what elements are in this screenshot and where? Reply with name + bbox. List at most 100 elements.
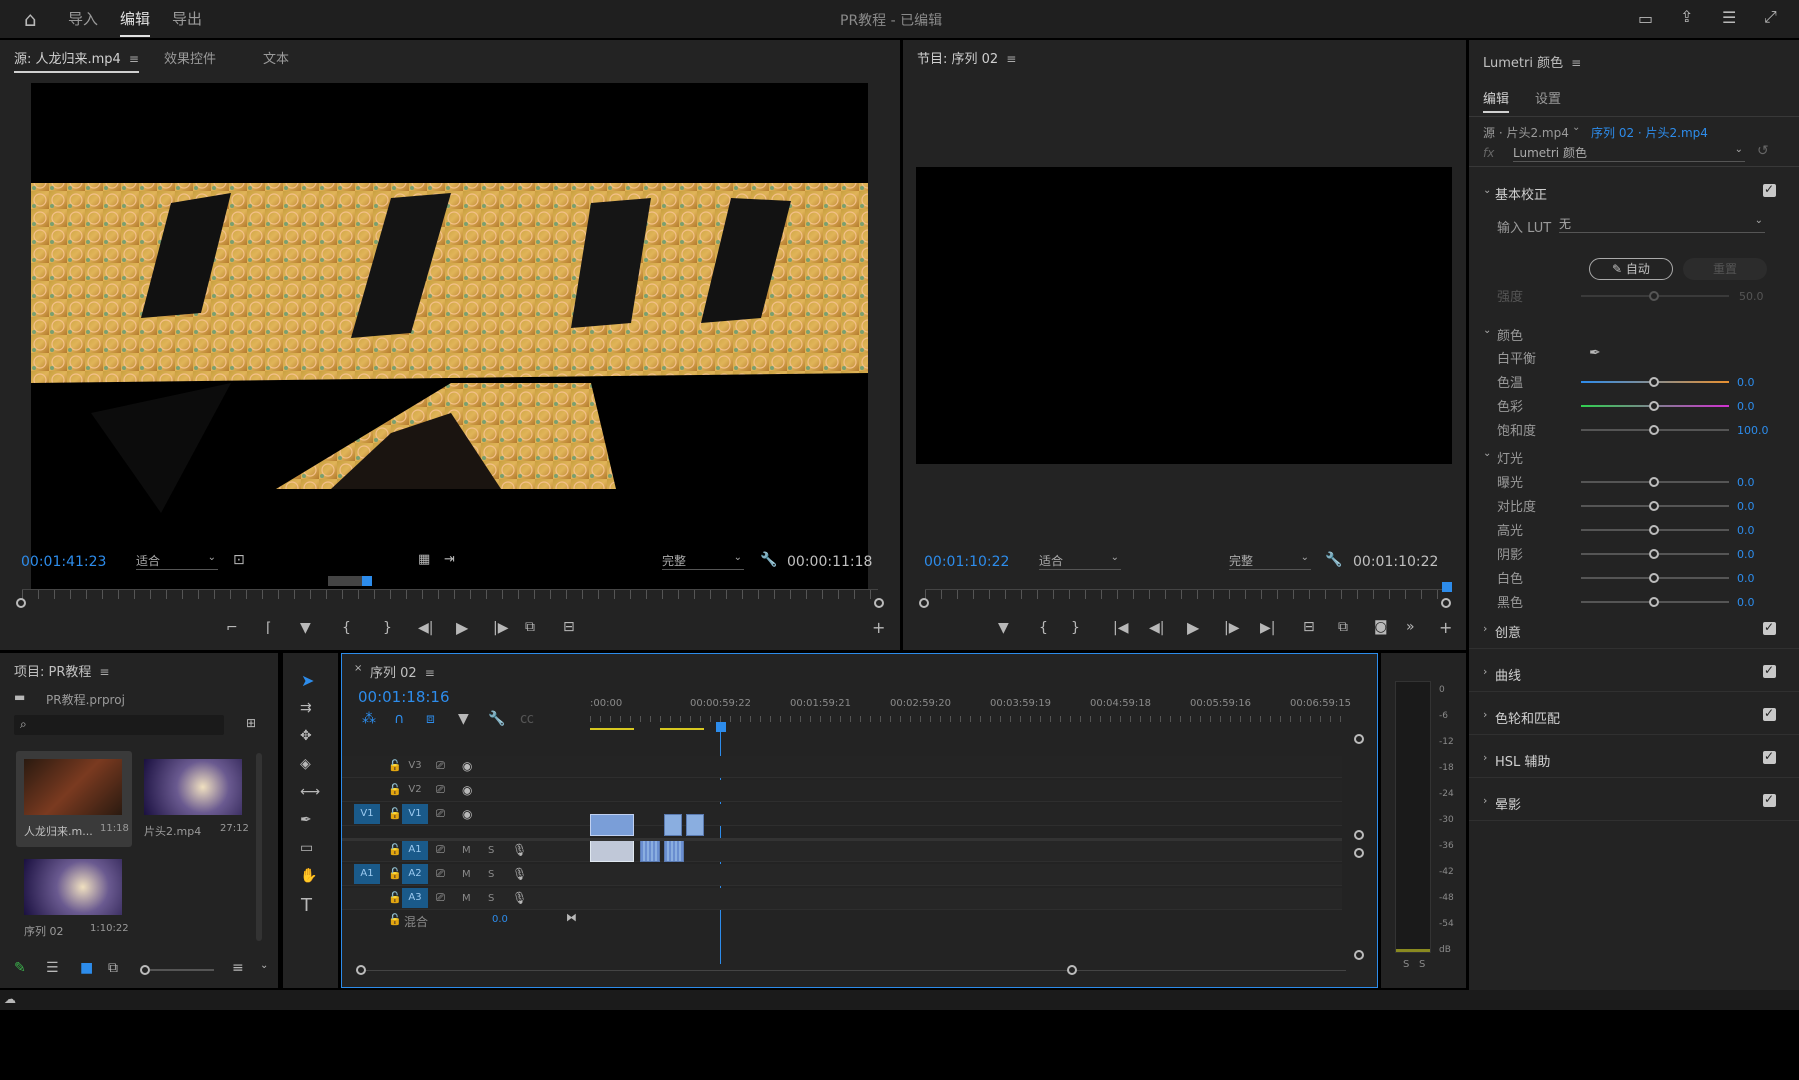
track-row[interactable]: [342, 804, 1342, 826]
slip-tool-icon[interactable]: ⟷: [300, 785, 320, 799]
solo-button[interactable]: S: [488, 893, 494, 904]
chevron-right-icon[interactable]: ›: [1483, 665, 1487, 678]
project-scrollbar[interactable]: [256, 753, 262, 941]
video-clip[interactable]: [664, 814, 682, 836]
section-light[interactable]: 灯光: [1497, 448, 1523, 467]
light-knob[interactable]: [1649, 573, 1659, 583]
track-target[interactable]: A2: [402, 864, 428, 884]
audio-clip[interactable]: [640, 840, 660, 862]
track-target[interactable]: V2: [402, 780, 428, 800]
source-scrubber[interactable]: [22, 589, 878, 599]
sync-lock-icon[interactable]: ⎚: [436, 892, 445, 903]
mute-button[interactable]: M: [462, 869, 471, 880]
workspace-menu-icon[interactable]: ☰: [1722, 10, 1736, 26]
intensity-knob[interactable]: [1649, 291, 1659, 301]
export-frame-icon[interactable]: ▦: [418, 553, 430, 566]
section-header[interactable]: 色轮和匹配: [1495, 708, 1560, 727]
section-enable-checkbox[interactable]: [1763, 663, 1776, 678]
work-area-bar[interactable]: [660, 728, 704, 730]
reset-icon[interactable]: ↺: [1757, 144, 1769, 158]
light-value[interactable]: 0.0: [1737, 548, 1755, 561]
video-clip[interactable]: [590, 814, 634, 836]
selection-tool-icon[interactable]: ➤: [301, 673, 314, 689]
lock-icon[interactable]: 🔓: [388, 808, 402, 819]
chevron-right-icon[interactable]: ›: [1483, 622, 1487, 635]
mark-in-out-icon[interactable]: ⌈: [266, 621, 271, 635]
basic-enable-checkbox[interactable]: [1763, 182, 1776, 197]
add-marker-left-icon[interactable]: ⌐: [226, 621, 238, 635]
marker-icon[interactable]: ▼: [300, 621, 311, 635]
sync-lock-icon[interactable]: ⎚: [436, 760, 445, 771]
eye-icon[interactable]: ◉: [462, 784, 472, 796]
mix-value[interactable]: 0.0: [492, 914, 508, 925]
cloud-sync-icon[interactable]: ☁: [4, 993, 16, 1005]
menu-import[interactable]: 导入: [68, 8, 98, 29]
tab-effect-controls[interactable]: 效果控件: [164, 48, 216, 67]
ripple-edit-icon[interactable]: ✥: [300, 729, 312, 743]
source-patch-a1[interactable]: A1: [354, 864, 380, 884]
section-enable-checkbox[interactable]: [1763, 792, 1776, 807]
track-row[interactable]: [342, 780, 1342, 802]
icon-view-icon[interactable]: ■: [80, 961, 93, 975]
track-divider[interactable]: [342, 838, 1342, 841]
video-clip[interactable]: [686, 814, 704, 836]
solo-button[interactable]: S: [488, 869, 494, 880]
wrench-icon[interactable]: 🔧: [488, 712, 505, 726]
play-icon[interactable]: ▶: [1187, 620, 1199, 636]
light-knob[interactable]: [1649, 501, 1659, 511]
timeline-v-scroll-top[interactable]: [1354, 734, 1364, 744]
lut-select[interactable]: 无 ⌄: [1559, 215, 1765, 233]
mark-in-icon[interactable]: {: [1039, 621, 1048, 635]
sort-icon[interactable]: ≡: [232, 961, 244, 975]
snap-icon[interactable]: ∩: [394, 712, 404, 726]
eye-icon[interactable]: ◉: [462, 760, 472, 772]
menu-export[interactable]: 导出: [172, 8, 202, 29]
light-knob[interactable]: [1649, 525, 1659, 535]
step-forward-icon[interactable]: |▶: [1224, 621, 1239, 635]
microphone-icon[interactable]: 🎙: [512, 844, 527, 856]
mix-balance-icon[interactable]: ⧓: [566, 912, 577, 923]
chevron-down-icon[interactable]: ⌄: [1483, 185, 1491, 196]
step-back-icon[interactable]: ◀|: [1149, 621, 1164, 635]
lumetri-source-clip[interactable]: 源 · 片头2.mp4: [1483, 124, 1569, 141]
mute-button[interactable]: M: [462, 845, 471, 856]
chevron-right-icon[interactable]: ›: [1483, 794, 1487, 807]
section-enable-checkbox[interactable]: [1763, 620, 1776, 635]
pencil-icon[interactable]: ✎: [14, 961, 26, 975]
marker-icon[interactable]: ▼: [998, 621, 1009, 635]
temperature-knob[interactable]: [1649, 377, 1659, 387]
eye-icon[interactable]: ◉: [462, 808, 472, 820]
eyedropper-icon[interactable]: ✒: [1589, 346, 1601, 360]
chevron-right-icon[interactable]: ›: [1483, 751, 1487, 764]
timeline-h-scroll-start[interactable]: [356, 965, 366, 975]
light-knob[interactable]: [1649, 477, 1659, 487]
tint-knob[interactable]: [1649, 401, 1659, 411]
share-icon[interactable]: ⇪: [1680, 9, 1693, 25]
temperature-value[interactable]: 0.0: [1737, 376, 1755, 389]
light-value[interactable]: 0.0: [1737, 500, 1755, 513]
track-target[interactable]: A3: [402, 888, 428, 908]
captions-icon[interactable]: ㏄: [520, 712, 534, 726]
go-to-in-icon[interactable]: |◀: [1113, 621, 1128, 635]
go-to-out-icon[interactable]: ▶|: [1260, 621, 1275, 635]
light-value[interactable]: 0.0: [1737, 524, 1755, 537]
more-icon[interactable]: »: [1406, 620, 1415, 634]
tab-lumetri-settings[interactable]: 设置: [1535, 88, 1561, 107]
freeform-view-icon[interactable]: ⧉: [108, 961, 118, 975]
track-row[interactable]: [342, 756, 1342, 778]
tab-program[interactable]: 节目: 序列 02 ≡: [917, 48, 1016, 67]
section-header[interactable]: 创意: [1495, 622, 1521, 641]
razor-tool-icon[interactable]: ◈: [300, 757, 311, 771]
chevron-down-icon[interactable]: ⌄: [1572, 122, 1580, 133]
chevron-down-icon[interactable]: ⌄: [1483, 325, 1491, 336]
timeline-ruler[interactable]: :00:00 00:00:59:22 00:01:59:21 00:02:59:20 0…: [590, 690, 1351, 730]
mute-button[interactable]: M: [462, 893, 471, 904]
solo-button[interactable]: S: [488, 845, 494, 856]
linked-selection-icon[interactable]: ⧈: [426, 712, 435, 726]
play-icon[interactable]: ▶: [456, 620, 468, 636]
mark-out-icon[interactable]: }: [1071, 621, 1080, 635]
camera-icon[interactable]: ◙: [1374, 620, 1388, 634]
saturation-knob[interactable]: [1649, 425, 1659, 435]
zoom-slider-knob[interactable]: [140, 965, 150, 975]
zoom-slider[interactable]: [150, 969, 214, 971]
